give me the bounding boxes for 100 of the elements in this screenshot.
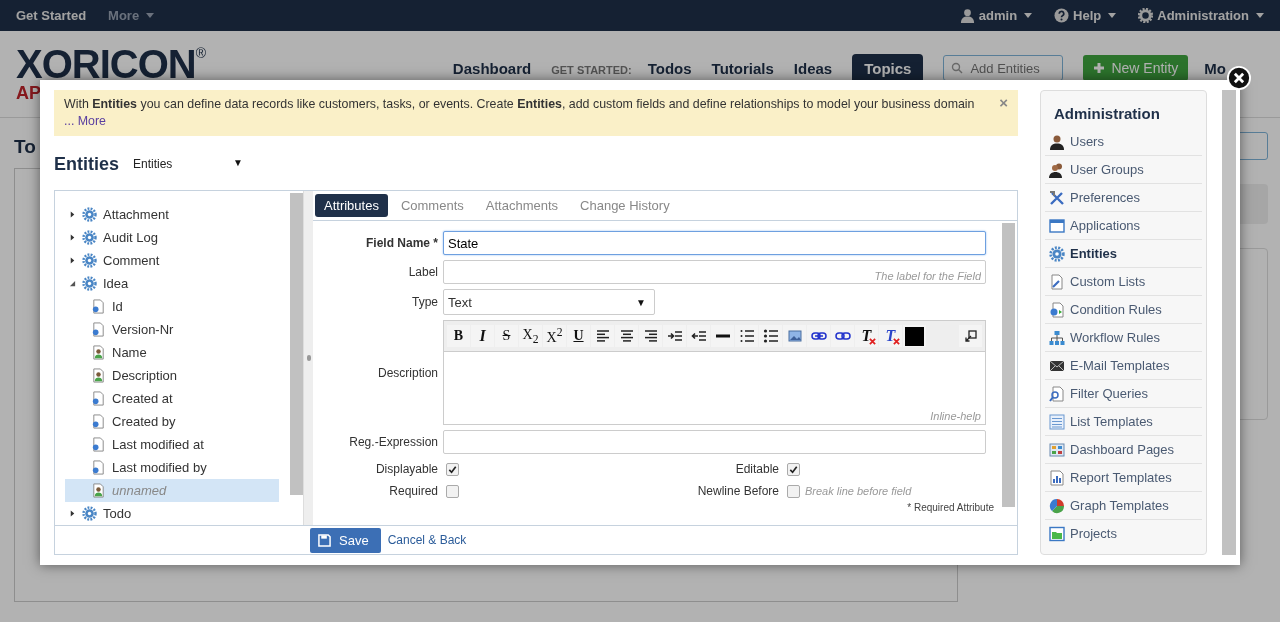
- sidebar-item[interactable]: Filter Queries: [1045, 380, 1202, 408]
- save-button[interactable]: Save: [310, 527, 381, 553]
- close-icon[interactable]: [1227, 66, 1251, 90]
- sidebar-item[interactable]: List Templates: [1045, 408, 1202, 436]
- field-label: Description: [376, 365, 438, 380]
- superscript-button[interactable]: X$^{2}$: [543, 325, 566, 347]
- underline-button[interactable]: U: [567, 325, 590, 347]
- bullet-list-button[interactable]: [759, 325, 782, 347]
- tree-item[interactable]: Idea: [65, 272, 290, 295]
- color-button[interactable]: [903, 325, 926, 347]
- rule-button[interactable]: [711, 325, 734, 347]
- scrollbar[interactable]: [290, 193, 303, 495]
- align-center-button[interactable]: [615, 325, 638, 347]
- sidebar-item[interactable]: Custom Lists: [1045, 268, 1202, 296]
- expand-arrow-icon[interactable]: [69, 211, 76, 218]
- expand-arrow-icon[interactable]: [69, 257, 76, 264]
- sidebar-item[interactable]: Preferences: [1045, 184, 1202, 212]
- top-menu-link[interactable]: Help: [1054, 8, 1117, 23]
- nav-tab[interactable]: Tutorials: [711, 54, 774, 77]
- tree-item[interactable]: Name: [65, 341, 279, 364]
- ordered-list-icon: [738, 328, 755, 344]
- italic-button[interactable]: I: [471, 325, 494, 347]
- tree-item[interactable]: Attachment: [65, 203, 290, 226]
- checkbox[interactable]: [787, 462, 800, 476]
- expand-arrow-icon[interactable]: [69, 510, 76, 517]
- person-document-icon: [91, 345, 106, 360]
- tree-item[interactable]: Description: [65, 364, 279, 387]
- bold-button[interactable]: B: [447, 325, 470, 347]
- sidebar-item[interactable]: Graph Templates: [1045, 492, 1202, 520]
- field-label: Type: [411, 295, 438, 309]
- maximize-button[interactable]: [959, 325, 982, 347]
- strike-button[interactable]: S: [495, 325, 518, 347]
- sidebar-item[interactable]: Report Templates: [1045, 464, 1202, 492]
- splitter-handle[interactable]: [303, 191, 313, 525]
- outdent-button[interactable]: [687, 325, 710, 347]
- link-button[interactable]: [807, 325, 830, 347]
- remove-all-format-button[interactable]: T: [879, 325, 902, 347]
- regex-input[interactable]: [443, 430, 986, 454]
- tab[interactable]: Comments: [391, 194, 473, 217]
- sidebar-item[interactable]: Entities: [1045, 240, 1202, 268]
- gear-icon: [82, 230, 97, 245]
- tree-item[interactable]: Last modified by: [65, 456, 279, 479]
- sidebar-item[interactable]: Condition Rules: [1045, 296, 1202, 324]
- checkbox-label: Newline Before: [696, 484, 779, 498]
- sidebar-item[interactable]: User Groups: [1045, 156, 1202, 184]
- gear-icon: [82, 207, 97, 222]
- nav-tab[interactable]: Todos: [647, 54, 692, 77]
- grid-icon: [1049, 441, 1065, 458]
- type-select[interactable]: Text ▼: [443, 289, 655, 315]
- sidebar-item[interactable]: Projects: [1045, 520, 1202, 547]
- tab[interactable]: Attachments: [476, 194, 568, 217]
- remove-format-button[interactable]: T: [855, 325, 878, 347]
- help-icon: [1054, 8, 1070, 23]
- sidebar-item[interactable]: Users: [1045, 128, 1202, 156]
- align-right-button[interactable]: [639, 325, 662, 347]
- tree-item[interactable]: Created by: [65, 410, 279, 433]
- unlink-button[interactable]: [831, 325, 854, 347]
- align-left-button[interactable]: [591, 325, 614, 347]
- expand-arrow-icon[interactable]: [69, 234, 76, 241]
- checkbox[interactable]: [446, 462, 459, 476]
- nav-tab[interactable]: Dashboard: [452, 54, 532, 77]
- caret-icon: [1256, 13, 1264, 18]
- label-input[interactable]: The label for the Field: [443, 260, 986, 284]
- overflow-menu[interactable]: Mo: [1204, 54, 1226, 77]
- tab[interactable]: Attributes: [315, 194, 388, 217]
- sidebar-item[interactable]: Dashboard Pages: [1045, 436, 1202, 464]
- sidebar-item[interactable]: E-Mail Templates: [1045, 352, 1202, 380]
- collapse-arrow-icon[interactable]: [69, 280, 76, 287]
- top-menu-link[interactable]: Administration: [1138, 8, 1264, 23]
- tree-item[interactable]: Created at: [65, 387, 279, 410]
- pie-chart-icon: [1049, 497, 1065, 514]
- description-textarea[interactable]: Inline-help: [443, 351, 986, 425]
- search-icon: [951, 62, 964, 74]
- tree-item[interactable]: Last modified at: [65, 433, 279, 456]
- sidebar-item[interactable]: Applications: [1045, 212, 1202, 240]
- checkbox[interactable]: [787, 484, 800, 498]
- tab[interactable]: Change History: [571, 194, 679, 217]
- subscript-button[interactable]: X$_{2}$: [519, 325, 542, 347]
- tree-item[interactable]: Comment: [65, 249, 290, 272]
- folder-icon: [1049, 525, 1065, 542]
- logo-subtitle: AP: [16, 83, 42, 103]
- top-menu-link[interactable]: Get Started: [16, 8, 87, 23]
- top-menu-link[interactable]: admin: [959, 8, 1033, 23]
- checkbox[interactable]: [446, 484, 459, 498]
- ordered-list-button[interactable]: [735, 325, 758, 347]
- image-button[interactable]: [783, 325, 806, 347]
- field-name-input[interactable]: State: [443, 231, 986, 255]
- scrollbar[interactable]: [1222, 90, 1236, 555]
- nav-tab[interactable]: Ideas: [793, 54, 833, 77]
- tree-item[interactable]: Id: [65, 295, 279, 318]
- cancel-link[interactable]: Cancel & Back: [387, 533, 467, 547]
- search-field[interactable]: Add Entities: [943, 55, 1064, 81]
- sidebar-item[interactable]: Workflow Rules: [1045, 324, 1202, 352]
- tree-item[interactable]: Version-Nr: [65, 318, 279, 341]
- entity-select[interactable]: Entities ▼: [133, 157, 243, 171]
- more-link[interactable]: ... More: [64, 114, 106, 128]
- scrollbar[interactable]: [1002, 223, 1015, 507]
- tree-item[interactable]: Audit Log: [65, 226, 290, 249]
- tree-item[interactable]: Todo: [65, 502, 290, 525]
- indent-button[interactable]: [663, 325, 686, 347]
